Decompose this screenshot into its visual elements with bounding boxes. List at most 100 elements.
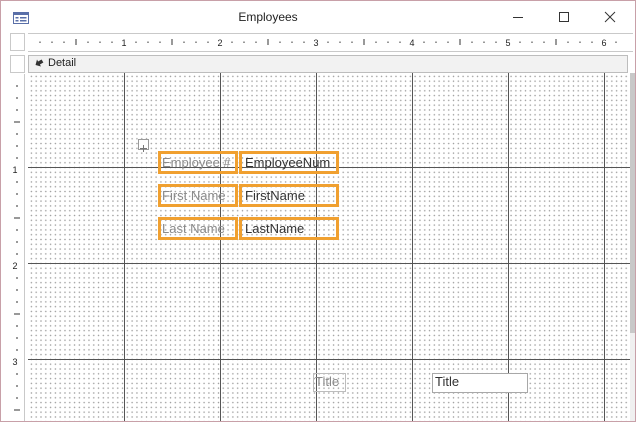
ruler-tick: [39, 41, 41, 43]
section-selector[interactable]: [10, 55, 25, 73]
ruler-tick: [351, 41, 353, 43]
ruler-tick: [615, 41, 617, 43]
ruler-tick: [183, 41, 185, 43]
ruler-row: 1 2 3 4 5 6: [1, 32, 635, 52]
ruler-tick: [16, 181, 18, 183]
employee-number-field[interactable]: EmployeeNum: [239, 151, 339, 174]
ruler-tick: [519, 41, 521, 43]
title-field[interactable]: Title: [432, 373, 528, 393]
ruler-tick: [399, 41, 401, 43]
ruler-tick: [16, 193, 18, 195]
grid-line: [28, 359, 630, 360]
ruler-tick: [63, 41, 65, 43]
ruler-tick: [16, 133, 18, 135]
ruler-tick: [375, 41, 377, 43]
minimize-icon: [513, 16, 523, 18]
ruler-tick: [447, 41, 449, 43]
horizontal-ruler-ticks: 1 2 3 4 5 6: [39, 38, 617, 48]
ruler-tick: [159, 41, 161, 43]
section-arrow-icon: [34, 58, 44, 71]
ruler-tick: [423, 41, 425, 43]
ruler-tick: [16, 349, 18, 351]
ruler-tick: [459, 39, 461, 45]
vertical-scrollbar[interactable]: [630, 73, 635, 421]
ruler-tick: [555, 39, 557, 45]
ruler-tick: [16, 373, 18, 375]
ruler-tick: [14, 121, 20, 123]
ruler-tick: [16, 325, 18, 327]
ruler-tick: [16, 301, 18, 303]
grid-line: [412, 73, 413, 421]
ruler-tick: [16, 157, 18, 159]
grid-line: [124, 73, 125, 421]
ruler-tick: [363, 39, 365, 45]
ruler-tick: [543, 41, 545, 43]
ruler-tick: [243, 41, 245, 43]
scrollbar-thumb[interactable]: [630, 73, 635, 333]
first-name-field[interactable]: FirstName: [239, 184, 339, 207]
ruler-label: 6: [601, 38, 606, 48]
ruler-tick: [291, 41, 293, 43]
ruler-tick: [16, 145, 18, 147]
ruler-tick: [495, 41, 497, 43]
ruler-label: 3: [313, 38, 318, 48]
ruler-tick: [303, 41, 305, 43]
form-selector[interactable]: [10, 33, 25, 51]
ruler-tick: [16, 253, 18, 255]
grid-line: [316, 73, 317, 421]
ruler-tick: [99, 41, 101, 43]
ruler-tick: [16, 241, 18, 243]
ruler-tick: [255, 41, 257, 43]
title-label[interactable]: Title: [313, 373, 346, 392]
grid-line: [508, 73, 509, 421]
ruler-label: 1: [121, 38, 126, 48]
ruler-tick: [327, 41, 329, 43]
maximize-button[interactable]: [541, 1, 587, 32]
ruler-label: 2: [12, 261, 17, 271]
ruler-tick: [135, 41, 137, 43]
ruler-tick: [207, 41, 209, 43]
ruler-label: 1: [12, 165, 17, 175]
maximize-icon: [559, 11, 569, 22]
title-bar: Employees: [1, 1, 635, 32]
ruler-tick: [14, 409, 20, 411]
employee-number-label[interactable]: Employee #: [158, 151, 238, 174]
ruler-tick: [16, 229, 18, 231]
minimize-button[interactable]: [495, 1, 541, 32]
ruler-tick: [14, 217, 20, 219]
ruler-tick: [171, 39, 173, 45]
layout-move-handle[interactable]: [138, 139, 149, 152]
grid-line: [604, 73, 605, 421]
detail-section-header: Detail: [1, 53, 635, 73]
window-title: Employees: [238, 10, 298, 24]
grid-line: [28, 263, 630, 264]
ruler-tick: [267, 39, 269, 45]
ruler-label: 4: [409, 38, 414, 48]
ruler-tick: [591, 41, 593, 43]
ruler-tick: [51, 41, 53, 43]
ruler-tick: [16, 205, 18, 207]
ruler-tick: [387, 41, 389, 43]
move-arrows-icon: [140, 145, 147, 152]
ruler-tick: [483, 41, 485, 43]
ruler-label: 2: [217, 38, 222, 48]
ruler-tick: [87, 41, 89, 43]
ruler-tick: [16, 97, 18, 99]
ruler-tick: [567, 41, 569, 43]
detail-section-bar[interactable]: Detail: [28, 55, 628, 73]
ruler-tick: [16, 277, 18, 279]
last-name-field[interactable]: LastName: [239, 217, 339, 240]
first-name-label[interactable]: First Name: [158, 184, 238, 207]
ruler-tick: [16, 109, 18, 111]
ruler-tick: [111, 41, 113, 43]
ruler-tick: [231, 41, 233, 43]
ruler-tick: [531, 41, 533, 43]
ruler-tick: [279, 41, 281, 43]
horizontal-ruler[interactable]: 1 2 3 4 5 6: [28, 33, 633, 52]
ruler-tick: [16, 289, 18, 291]
design-grid[interactable]: Employee # EmployeeNum First Name FirstN…: [28, 73, 630, 421]
ruler-tick: [16, 85, 18, 87]
close-button[interactable]: [587, 1, 633, 32]
vertical-ruler[interactable]: 1 2 3: [10, 74, 25, 421]
last-name-label[interactable]: Last Name: [158, 217, 238, 240]
